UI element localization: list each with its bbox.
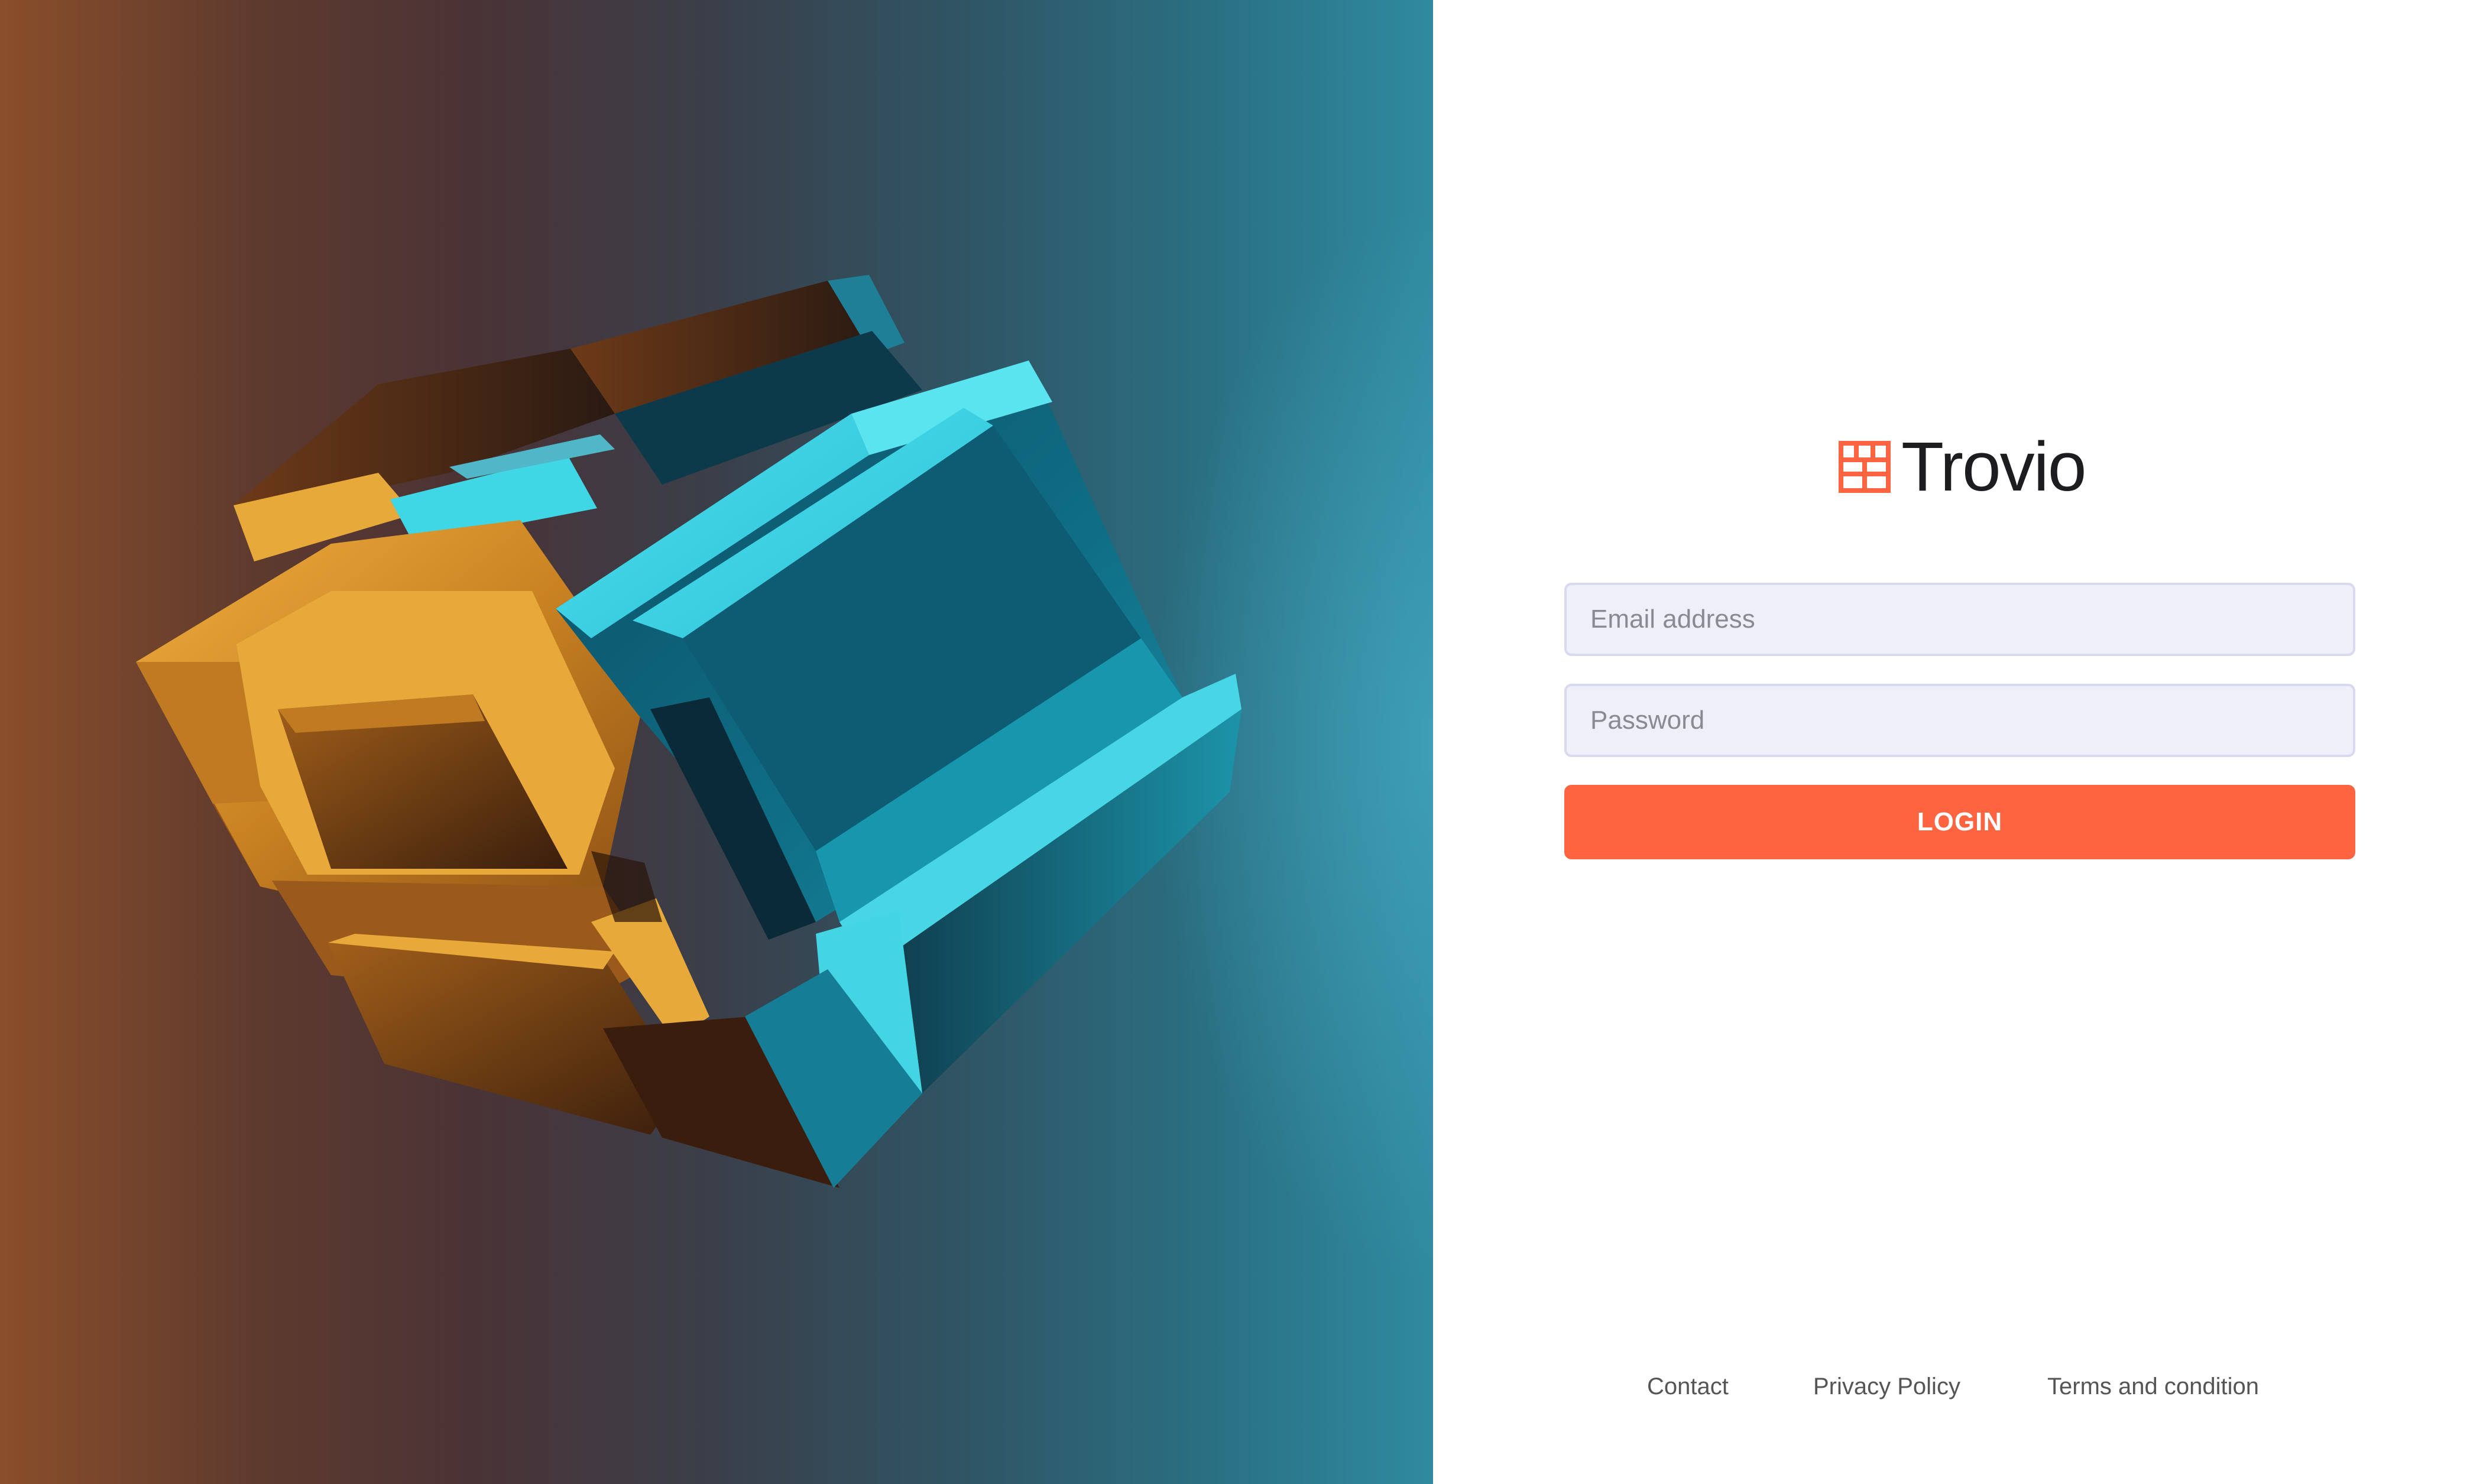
footer-links: Contact Privacy Policy Terms and conditi…: [1433, 1370, 2483, 1403]
login-panel: Trovio LOGIN Contact Privacy Policy Term…: [1433, 0, 2483, 1484]
login-page: Trovio LOGIN Contact Privacy Policy Term…: [0, 0, 2483, 1484]
hero-panel: [0, 0, 1433, 1484]
brand-logo: Trovio: [1839, 428, 2086, 506]
password-input[interactable]: [1564, 684, 2355, 757]
brand-name: Trovio: [1901, 428, 2086, 506]
email-input[interactable]: [1564, 583, 2355, 656]
privacy-policy-link[interactable]: Privacy Policy: [1813, 1370, 1960, 1403]
contact-link[interactable]: Contact: [1647, 1370, 1729, 1403]
grid-logo-icon: [1839, 441, 1891, 493]
terms-link[interactable]: Terms and condition: [2047, 1370, 2259, 1403]
login-button[interactable]: LOGIN: [1564, 785, 2355, 859]
cube-illustration: [136, 275, 1242, 1188]
